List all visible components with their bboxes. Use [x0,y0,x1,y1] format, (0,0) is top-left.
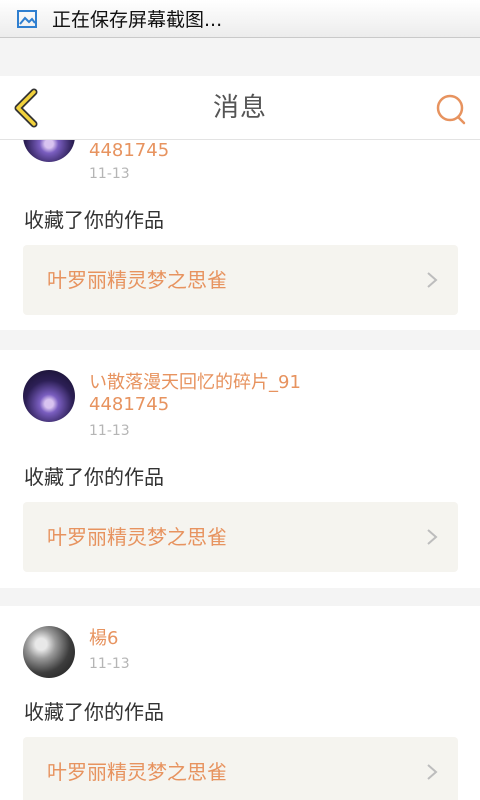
work-link[interactable]: 叶罗丽精灵梦之思雀 [23,502,458,572]
timestamp: 11-13 [89,656,130,672]
action-text: 收藏了你的作品 [24,465,164,489]
timestamp: 11-13 [89,166,130,182]
chevron-right-icon [427,764,438,780]
avatar[interactable] [23,626,75,678]
work-title: 叶罗丽精灵梦之思雀 [47,525,227,549]
chevron-right-icon [427,272,438,288]
work-link[interactable]: 叶罗丽精灵梦之思雀 [23,737,458,800]
avatar[interactable] [23,370,75,422]
chevron-right-icon [427,529,438,545]
work-link[interactable]: 叶罗丽精灵梦之思雀 [23,245,458,315]
search-icon[interactable] [434,92,468,126]
username[interactable]: い散落漫天回忆的碎片_91 4481745 [89,372,301,416]
status-text: 正在保存屏幕截图... [52,9,223,31]
list-item: い散落漫天回忆的碎片_91 4481745 11-13 收藏了你的作品 叶罗丽精… [0,350,480,588]
status-bar: 正在保存屏幕截图... [0,0,480,38]
username-line-1: い散落漫天回忆的碎片_91 [89,372,301,393]
list-item: 楊6 11-13 收藏了你的作品 叶罗丽精灵梦之思雀 [0,606,480,800]
page-title: 消息 [212,93,267,123]
action-text: 收藏了你的作品 [24,700,164,724]
username[interactable]: 楊6 [89,628,118,650]
username[interactable]: 4481745 [89,140,169,162]
work-title: 叶罗丽精灵梦之思雀 [47,268,227,292]
image-icon [17,9,37,28]
avatar[interactable] [23,140,75,162]
username-line-2: 4481745 [89,394,170,415]
timestamp: 11-13 [89,423,130,439]
work-title: 叶罗丽精灵梦之思雀 [47,760,227,784]
header: 消息 [0,76,480,140]
message-list[interactable]: 4481745 11-13 收藏了你的作品 叶罗丽精灵梦之思雀 い散落漫天回忆的… [0,140,480,800]
list-item: 4481745 11-13 收藏了你的作品 叶罗丽精灵梦之思雀 [0,140,480,330]
action-text: 收藏了你的作品 [24,208,164,232]
